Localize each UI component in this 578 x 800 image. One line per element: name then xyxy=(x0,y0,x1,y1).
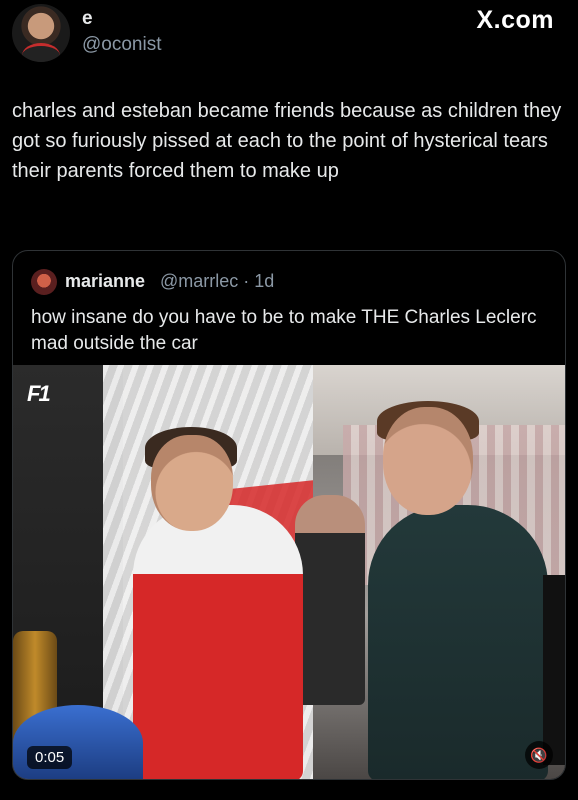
author-display-name[interactable]: e xyxy=(82,8,93,30)
video-person-left-head xyxy=(151,435,233,531)
quoted-author-name[interactable]: marianne xyxy=(65,271,145,292)
quoted-author-meta: @marrlec · 1d xyxy=(160,271,275,291)
quoted-tweet-body: how insane do you have to be to make THE… xyxy=(31,307,537,354)
video-duration-badge: 0:05 xyxy=(27,746,73,769)
f1-logo: F1 xyxy=(27,381,51,406)
quoted-tweet-card[interactable]: marianne @marrlec · 1d how insane do you… xyxy=(12,250,566,780)
author-avatar[interactable] xyxy=(12,4,70,62)
video-person-left-body xyxy=(133,505,303,779)
video-person-right-body xyxy=(368,505,548,779)
video-player[interactable]: F1 0:05 🔇 xyxy=(13,365,565,779)
quoted-author-avatar[interactable] xyxy=(31,269,57,295)
author-handle[interactable]: @oconist xyxy=(82,34,162,56)
tweet-header: e @oconist X.com xyxy=(0,0,578,80)
video-person-right-head xyxy=(383,407,473,515)
speaker-muted-icon[interactable]: 🔇 xyxy=(525,741,553,769)
x-logo-text: X.com xyxy=(476,6,554,34)
tweet-body: charles and esteban became friends becau… xyxy=(12,100,562,182)
video-timing-board xyxy=(543,575,565,765)
video-background-person xyxy=(295,495,365,705)
